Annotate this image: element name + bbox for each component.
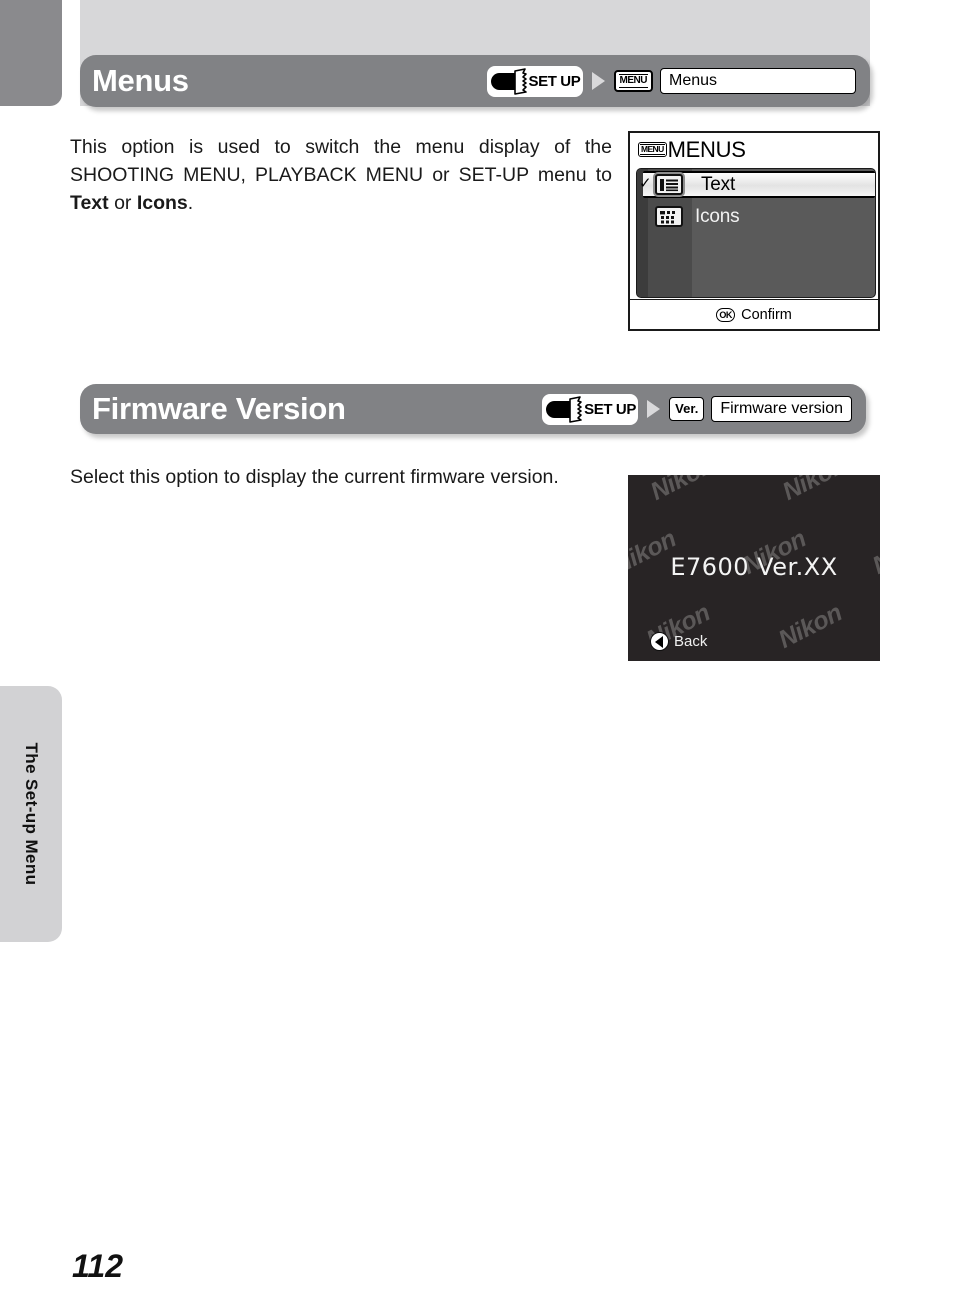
lcd-footer-firmware: Back xyxy=(650,632,707,651)
body-joiner: or xyxy=(108,192,137,214)
firmware-version-text: E7600 Ver.XX xyxy=(670,553,838,581)
arrow-right-icon xyxy=(591,72,605,90)
breadcrumb-value-firmware: Firmware version xyxy=(711,396,852,422)
lcd-screen-menus: MENU MENUS ✓ Text Icons OK Confirm xyxy=(628,131,880,331)
menu-item-label: Text xyxy=(701,173,736,195)
chapter-side-tab-label: The Set-up Menu xyxy=(22,742,41,886)
setup-dial-label: SET UP xyxy=(584,400,636,418)
lcd-header-menus: MENU MENUS xyxy=(630,133,878,166)
nikon-watermark: Nikon xyxy=(778,475,851,506)
body-period: . xyxy=(187,192,194,214)
back-arrow-icon[interactable] xyxy=(650,632,669,651)
nikon-watermark: Nikon xyxy=(774,598,847,654)
lcd-header-title: MENUS xyxy=(667,136,746,162)
nikon-watermark: Nikon xyxy=(646,475,719,506)
mode-dial-setup-badge: SET UP xyxy=(486,65,583,97)
setup-dial-label: SET UP xyxy=(528,72,581,90)
body-bold-icons: Icons xyxy=(136,192,188,214)
breadcrumb-value-menus: Menus xyxy=(660,68,856,94)
menu-chip-label: MENU xyxy=(618,73,648,88)
lcd-footer-label: Confirm xyxy=(741,306,792,323)
chapter-side-tab: The Set-up Menu xyxy=(0,686,62,942)
side-tab-marker-top xyxy=(0,0,62,106)
menu-chip-icon: MENU xyxy=(613,70,653,92)
section-title-menus: Menus xyxy=(92,63,189,98)
check-icon: ✓ xyxy=(639,175,652,192)
body-line-1: This option is used to switch the menu d… xyxy=(70,136,612,158)
section-header-firmware: Firmware Version SET UP Ver. Firmware ve… xyxy=(80,384,866,434)
mode-dial-setup-badge: SET UP xyxy=(542,393,639,425)
lcd-footer-label: Back xyxy=(674,633,708,650)
version-chip-icon: Ver. xyxy=(669,397,705,421)
list-lines-icon xyxy=(655,174,683,195)
menu-chip-icon: MENU xyxy=(638,142,667,157)
section-title-firmware: Firmware Version xyxy=(92,391,346,426)
breadcrumb-menus: SET UP MENU Menus xyxy=(486,65,856,97)
section-header-menus: Menus SET UP MENU Menus xyxy=(80,55,870,107)
breadcrumb-firmware: SET UP Ver. Firmware version xyxy=(542,393,852,425)
lcd-header-chip-label: MENU xyxy=(640,144,665,155)
body-paragraph-menus: This option is used to switch the menu d… xyxy=(70,133,612,217)
page-number: 112 xyxy=(72,1248,124,1284)
menu-item-text[interactable]: ✓ Text xyxy=(639,171,875,198)
body-line-2: SHOOTING MENU, PLAYBACK MENU or SET-UP m… xyxy=(70,164,612,186)
icon-grid-icon xyxy=(655,206,683,227)
menu-item-label: Icons xyxy=(695,205,740,227)
ok-button-icon: OK xyxy=(716,307,736,322)
body-bold-text: Text xyxy=(70,192,109,214)
body-line-1: Select this option to display the curren… xyxy=(70,466,559,488)
lcd-menu-list-panel: ✓ Text Icons xyxy=(636,168,876,298)
body-paragraph-firmware: Select this option to display the curren… xyxy=(70,463,615,491)
arrow-right-icon xyxy=(647,400,661,418)
menu-item-icons[interactable]: Icons xyxy=(637,203,875,230)
lcd-footer-menus: OK Confirm xyxy=(630,299,878,329)
lcd-screen-firmware: Nikon Nikon Nikon Nikon Nikon Nikon Niko… xyxy=(628,475,880,661)
